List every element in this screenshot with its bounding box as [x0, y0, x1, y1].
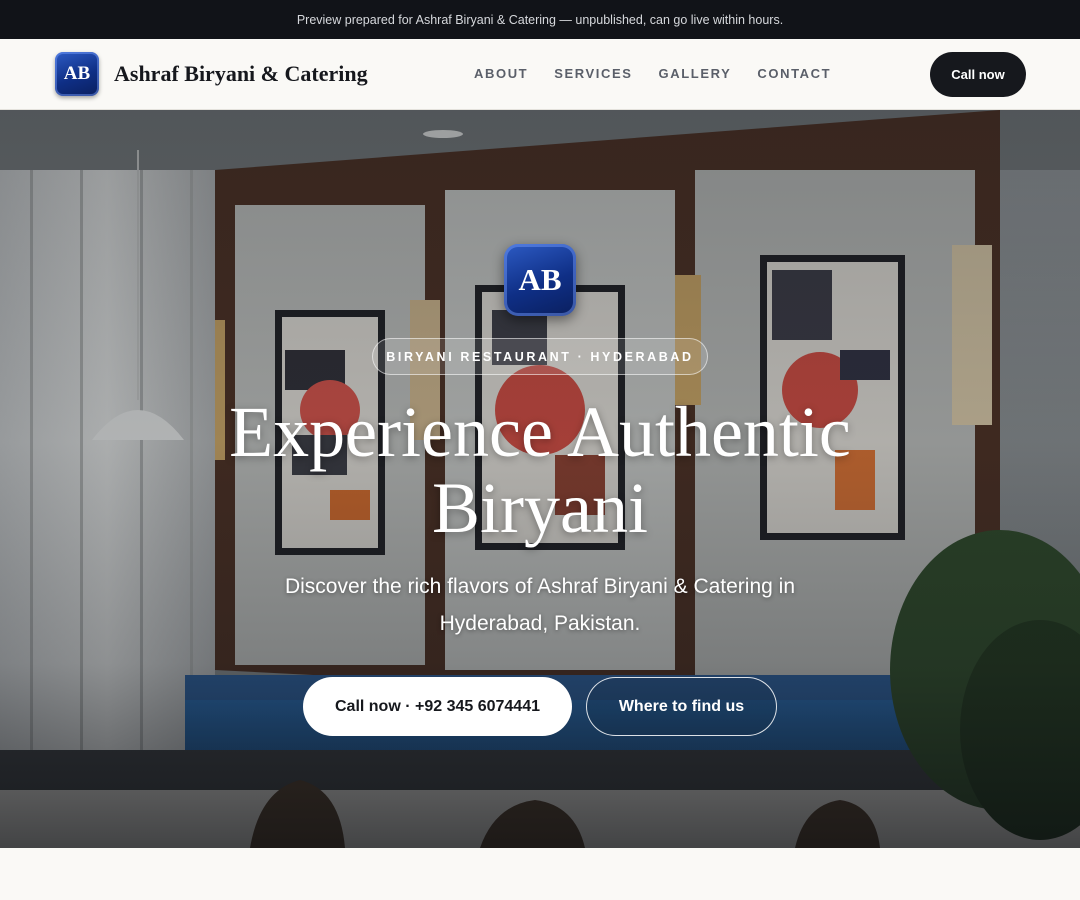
site-header: AB Ashraf Biryani & Catering ABOUT SERVI… — [0, 39, 1080, 110]
hero-tagline-badge: BIRYANI RESTAURANT · HYDERABAD — [372, 338, 708, 375]
nav-gallery[interactable]: GALLERY — [659, 66, 732, 81]
hero-section: AB BIRYANI RESTAURANT · HYDERABAD Experi… — [0, 110, 1080, 848]
header-call-button[interactable]: Call now — [930, 52, 1026, 97]
nav-about[interactable]: ABOUT — [474, 66, 528, 81]
hero-call-button[interactable]: Call now · +92 345 6074441 — [303, 677, 572, 736]
hero-subtitle: Discover the rich flavors of Ashraf Biry… — [284, 575, 796, 635]
brand[interactable]: AB Ashraf Biryani & Catering — [55, 52, 368, 96]
nav-services[interactable]: SERVICES — [554, 66, 632, 81]
hero-location-button[interactable]: Where to find us — [586, 677, 777, 736]
logo-text: AB — [63, 63, 91, 84]
main-nav: ABOUT SERVICES GALLERY CONTACT — [474, 66, 831, 81]
hero-title: Experience Authentic Biryani — [229, 392, 851, 548]
hero-logo-text: AB — [518, 262, 562, 297]
nav-contact[interactable]: CONTACT — [757, 66, 831, 81]
brand-name[interactable]: Ashraf Biryani & Catering — [114, 61, 368, 87]
logo-icon[interactable]: AB — [55, 52, 99, 96]
hero-logo-icon: AB — [504, 244, 576, 316]
hero-content: AB BIRYANI RESTAURANT · HYDERABAD Experi… — [0, 110, 1080, 848]
announcement-bar: Preview prepared for Ashraf Biryani & Ca… — [0, 0, 1080, 39]
announcement-text: Preview prepared for Ashraf Biryani & Ca… — [296, 12, 784, 27]
